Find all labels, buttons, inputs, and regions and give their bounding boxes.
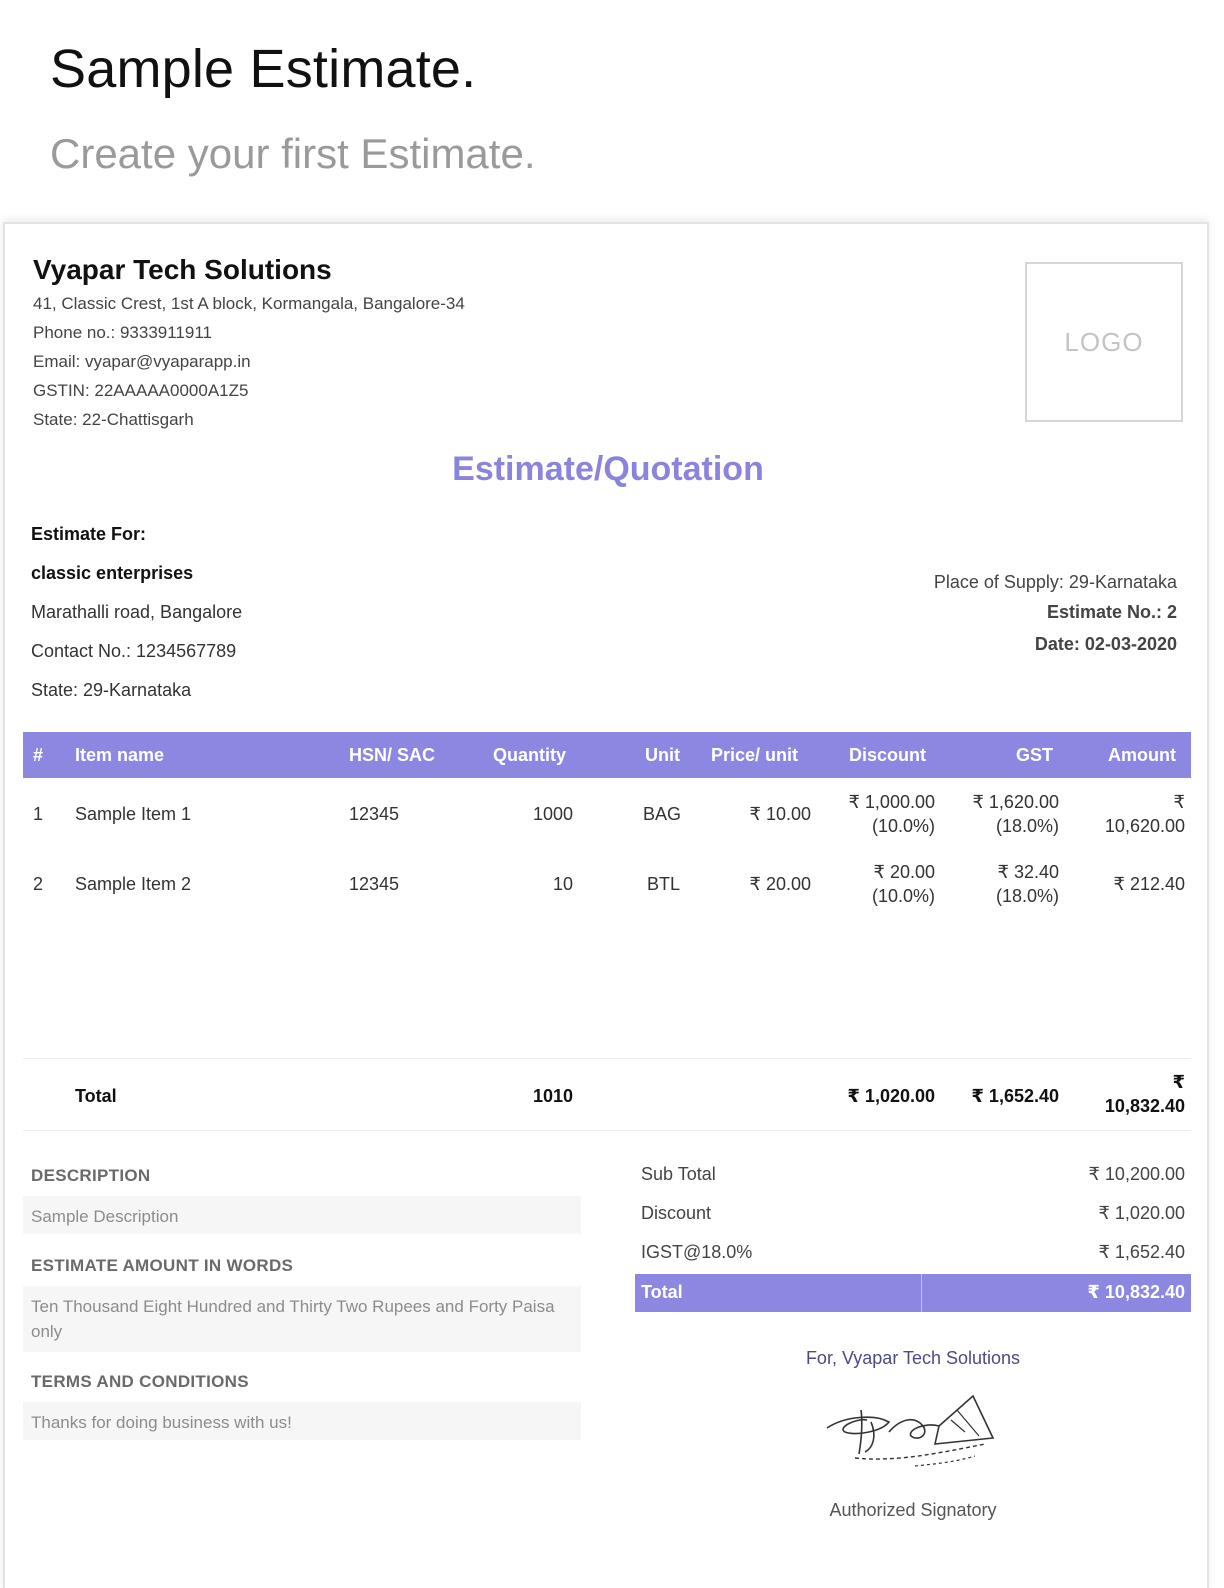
- customer-name: classic enterprises: [31, 563, 194, 583]
- row-gst-amount: ₹ 32.40: [997, 862, 1060, 882]
- description-box: Sample Description: [23, 1196, 581, 1234]
- col-gst-header: GST: [1016, 745, 1054, 765]
- customer-address: Marathalli road, Bangalore: [31, 602, 243, 622]
- row-item-name: Sample Item 1: [75, 804, 192, 824]
- row-price: ₹ 20.00: [749, 874, 812, 894]
- document-title: Estimate/Quotation: [452, 450, 764, 488]
- col-hsn-header: HSN/ SAC: [349, 745, 436, 765]
- company-state: State: 22-Chattisgarh: [33, 410, 194, 429]
- col-index-header: #: [33, 745, 44, 765]
- description-label: DESCRIPTION: [31, 1166, 151, 1185]
- subtotal-value: ₹ 10,200.00: [1088, 1164, 1185, 1184]
- table-row: 2 Sample Item 2 12345 10 BTL ₹ 20.00 ₹ 2…: [23, 852, 1191, 924]
- page-subtitle: Create your first Estimate.: [50, 130, 536, 177]
- row-discount: ₹ 1,000.00 (10.0%): [848, 790, 935, 838]
- company-email: Email: vyapar@vyaparapp.in: [33, 352, 251, 371]
- summary-total-value: ₹ 10,832.40: [1087, 1282, 1185, 1302]
- row-gst-percent: (18.0%): [995, 886, 1059, 906]
- company-phone: Phone no.: 9333911911: [33, 323, 212, 342]
- row-item-name: Sample Item 2: [75, 874, 192, 894]
- row-gst: ₹ 32.40 (18.0%): [996, 860, 1059, 908]
- page-title: Sample Estimate.: [50, 39, 477, 99]
- terms-label: TERMS AND CONDITIONS: [31, 1372, 249, 1391]
- total-discount: ₹ 1,020.00: [847, 1086, 935, 1106]
- total-amount-symbol: ₹: [1172, 1072, 1185, 1092]
- total-quantity: 1010: [532, 1086, 573, 1106]
- row-gst-percent: (18.0%): [995, 816, 1059, 836]
- total-amount: ₹ 10,832.40: [1105, 1070, 1185, 1118]
- row-gst-amount: ₹ 1,620.00: [972, 792, 1059, 812]
- row-gst: ₹ 1,620.00 (18.0%): [972, 790, 1059, 838]
- company-gstin: GSTIN: 22AAAAA0000A1Z5: [33, 381, 249, 400]
- summary-discount: Discount ₹ 1,020.00: [635, 1197, 1191, 1231]
- summary-total: Total ₹ 10,832.40: [635, 1274, 1191, 1312]
- estimate-document: Vyapar Tech Solutions 41, Classic Crest,…: [3, 222, 1209, 1588]
- amount-in-words-label: ESTIMATE AMOUNT IN WORDS: [31, 1256, 294, 1275]
- signature-image: [826, 1394, 995, 1467]
- authorized-signatory-label: Authorized Signatory: [829, 1500, 997, 1520]
- row-hsn: 12345: [349, 874, 400, 894]
- summary-total-divider: [921, 1274, 922, 1312]
- row-amount-value: 10,620.00: [1104, 816, 1185, 836]
- row-discount-amount: ₹ 1,000.00: [848, 792, 935, 812]
- row-index: 1: [33, 804, 44, 824]
- table-total-row: Total 1010 ₹ 1,020.00 ₹ 1,652.40 ₹ 10,83…: [23, 1060, 1191, 1130]
- col-item-header: Item name: [75, 745, 165, 765]
- page-header: Sample Estimate. Create your first Estim…: [0, 0, 1224, 222]
- table-divider: [23, 1058, 1191, 1059]
- customer-state: State: 29-Karnataka: [31, 680, 192, 700]
- estimate-date: Date: 02-03-2020: [1034, 634, 1177, 654]
- terms-box: Thanks for doing business with us!: [23, 1402, 581, 1440]
- row-quantity: 1000: [532, 804, 573, 824]
- tax-label: IGST@18.0%: [641, 1242, 753, 1262]
- row-discount: ₹ 20.00 (10.0%): [872, 860, 935, 908]
- company-address: 41, Classic Crest, 1st A block, Kormanga…: [33, 294, 465, 313]
- total-divider: [23, 1130, 1191, 1131]
- row-amount: ₹ 10,620.00: [1105, 790, 1185, 838]
- total-amount-value: 10,832.40: [1104, 1096, 1185, 1116]
- col-unit-header: Unit: [645, 745, 680, 765]
- row-unit: BTL: [647, 874, 681, 894]
- col-discount-header: Discount: [849, 745, 927, 765]
- estimate-number: Estimate No.: 2: [1046, 602, 1177, 622]
- logo-text: LOGO: [1064, 326, 1144, 357]
- place-of-supply: Place of Supply: 29-Karnataka: [933, 572, 1177, 592]
- for-company: For, Vyapar Tech Solutions: [805, 1348, 1021, 1368]
- row-hsn: 12345: [349, 804, 400, 824]
- col-qty-header: Quantity: [493, 745, 567, 765]
- row-price: ₹ 10.00: [749, 804, 812, 824]
- row-discount-percent: (10.0%): [871, 816, 935, 836]
- row-index: 2: [33, 874, 44, 894]
- amount-in-words-box: Ten Thousand Eight Hundred and Thirty Tw…: [23, 1286, 581, 1352]
- total-label: Total: [75, 1086, 117, 1106]
- summary-tax: IGST@18.0% ₹ 1,652.40: [635, 1236, 1191, 1270]
- company-name: Vyapar Tech Solutions: [33, 254, 332, 285]
- discount-value: ₹ 1,020.00: [1098, 1203, 1185, 1223]
- table-row: 1 Sample Item 1 12345 1000 BAG ₹ 10.00 ₹…: [23, 782, 1191, 854]
- row-amount: ₹ 212.40: [1113, 874, 1185, 894]
- row-amount-symbol: ₹: [1173, 792, 1185, 812]
- subtotal-label: Sub Total: [641, 1164, 716, 1184]
- discount-label: Discount: [641, 1203, 712, 1223]
- summary-subtotal: Sub Total ₹ 10,200.00: [635, 1158, 1191, 1192]
- row-discount-amount: ₹ 20.00: [873, 862, 936, 882]
- summary-total-label: Total: [641, 1282, 683, 1302]
- row-unit: BAG: [643, 804, 682, 824]
- row-quantity: 10: [552, 874, 573, 894]
- row-discount-percent: (10.0%): [871, 886, 935, 906]
- tax-value: ₹ 1,652.40: [1098, 1242, 1185, 1262]
- logo-placeholder: LOGO: [1025, 262, 1183, 422]
- col-price-header: Price/ unit: [711, 745, 799, 765]
- col-amount-header: Amount: [1108, 745, 1176, 765]
- total-gst: ₹ 1,652.40: [971, 1086, 1059, 1106]
- items-table-header: # Item name HSN/ SAC Quantity Unit Price…: [23, 732, 1191, 778]
- estimate-for-label: Estimate For:: [31, 524, 147, 544]
- customer-contact: Contact No.: 1234567789: [31, 641, 237, 661]
